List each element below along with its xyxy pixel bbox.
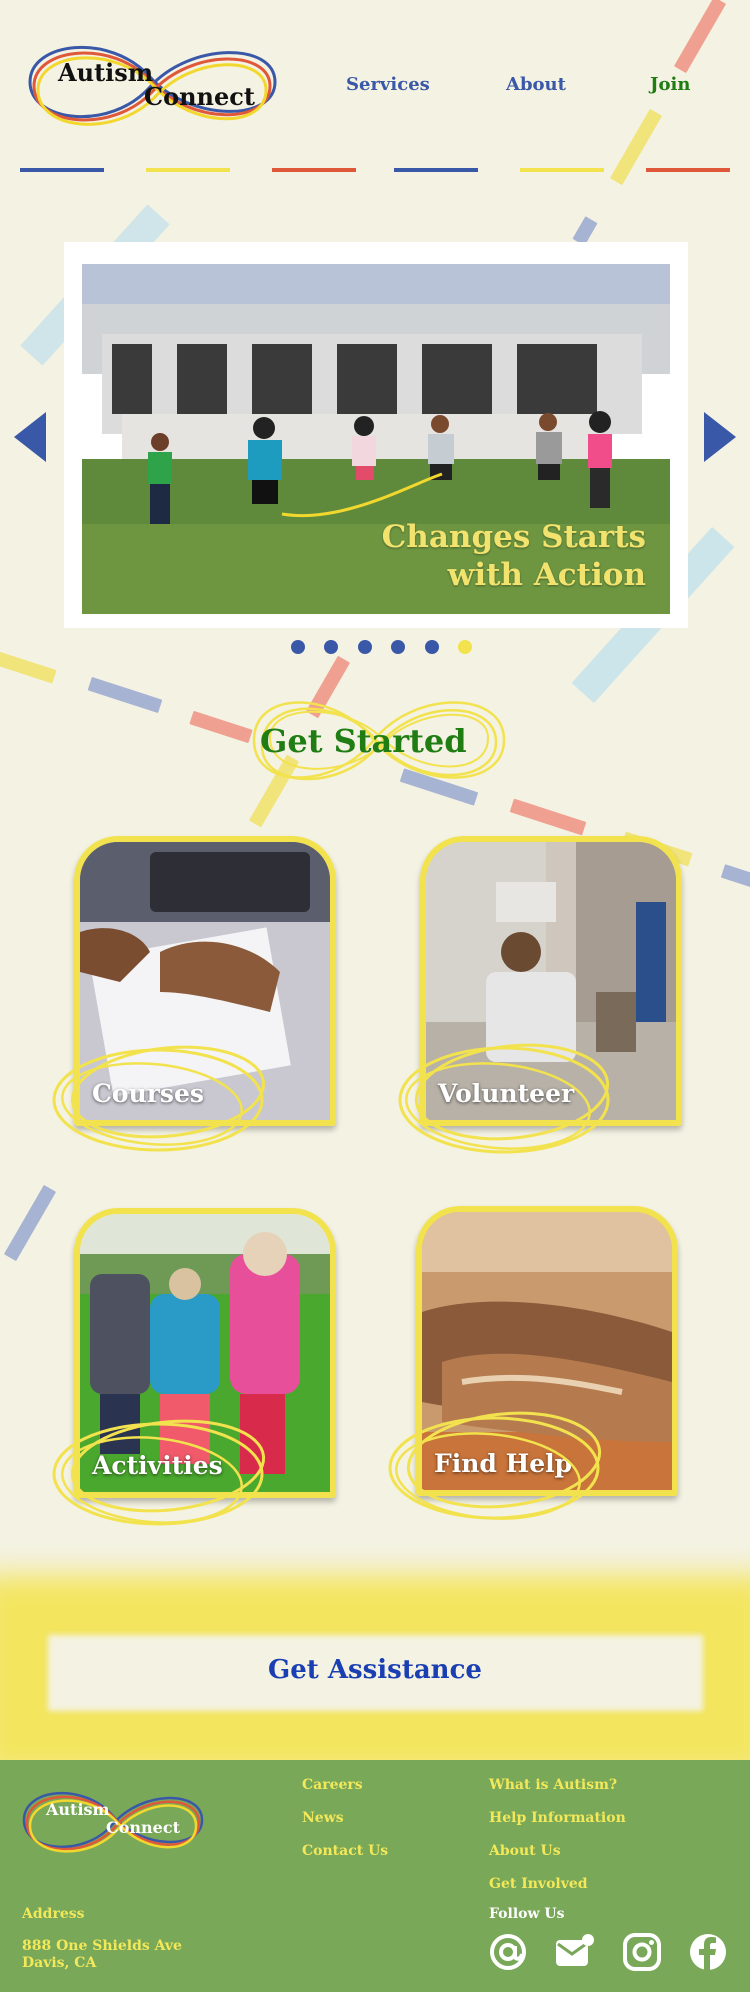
decor-strip: [305, 655, 351, 719]
carousel-dot-1[interactable]: [291, 640, 305, 654]
decor-strip: [87, 676, 163, 714]
decor-strip: [189, 710, 253, 744]
footer-link-what-is-autism[interactable]: What is Autism?: [489, 1777, 617, 1793]
footer-link-help-information[interactable]: Help Information: [489, 1810, 626, 1826]
card-courses-label: Courses: [92, 1079, 204, 1108]
carousel-dot-4[interactable]: [391, 640, 405, 654]
header-divider-blue: [20, 168, 104, 172]
hero-photo: Changes Starts with Action: [82, 264, 670, 614]
decor-strip: [248, 754, 300, 828]
card-find-help[interactable]: Find Help: [416, 1206, 678, 1496]
nav-about-link[interactable]: About: [506, 74, 566, 95]
address-line-2: Davis, CA: [22, 1955, 97, 1971]
hero-title-line-1: Changes Starts: [381, 519, 646, 555]
facebook-icon[interactable]: [688, 1932, 728, 1972]
logo-line-2: Connect: [144, 82, 255, 111]
decor-strip: [673, 0, 727, 74]
footer-link-about-us[interactable]: About Us: [489, 1843, 561, 1859]
hero-carousel: Changes Starts with Action: [64, 242, 688, 628]
email-icon[interactable]: [554, 1932, 594, 1972]
get-started-title: Get Started: [260, 722, 467, 760]
nav-services-link[interactable]: Services: [346, 74, 430, 95]
card-courses[interactable]: Courses: [74, 836, 336, 1126]
decor-strip: [720, 864, 750, 890]
card-find-help-label: Find Help: [434, 1449, 573, 1478]
carousel-dot-5[interactable]: [425, 640, 439, 654]
site-logo[interactable]: Autism Connect: [20, 22, 285, 142]
decor-strip: [3, 1184, 57, 1262]
decor-strip: [509, 798, 587, 836]
header-divider-yellow: [520, 168, 604, 172]
footer-logo-line-2: Connect: [106, 1818, 180, 1837]
address-heading: Address: [22, 1906, 85, 1922]
at-sign-icon[interactable]: [488, 1932, 528, 1972]
hero-title: Changes Starts with Action: [382, 518, 646, 594]
footer-link-contact-us[interactable]: Contact Us: [302, 1843, 388, 1859]
follow-us-heading: Follow Us: [489, 1906, 565, 1922]
header-divider-yellow: [146, 168, 230, 172]
decor-strip: [399, 768, 479, 806]
carousel-prev-arrow[interactable]: [14, 412, 46, 462]
card-activities-label: Activities: [92, 1451, 223, 1480]
header-divider-red: [646, 168, 730, 172]
footer-link-get-involved[interactable]: Get Involved: [489, 1876, 588, 1892]
footer-logo[interactable]: Autism Connect: [18, 1774, 208, 1864]
header-divider-red: [272, 168, 356, 172]
footer-logo-line-1: Autism: [46, 1800, 110, 1819]
footer-link-careers[interactable]: Careers: [302, 1777, 363, 1793]
instagram-icon[interactable]: [622, 1932, 662, 1972]
carousel-dot-2[interactable]: [324, 640, 338, 654]
footer-link-news[interactable]: News: [302, 1810, 344, 1826]
decor-strip: [609, 108, 663, 186]
header-divider-blue: [394, 168, 478, 172]
address-line-1: 888 One Shields Ave: [22, 1938, 182, 1954]
card-volunteer[interactable]: Volunteer: [420, 836, 682, 1126]
get-assistance-button[interactable]: Get Assistance: [0, 1655, 750, 1685]
card-activities[interactable]: Activities: [74, 1208, 336, 1498]
carousel-dot-6-active[interactable]: [458, 640, 472, 654]
nav-join-link[interactable]: Join: [650, 74, 690, 95]
carousel-dot-3[interactable]: [358, 640, 372, 654]
logo-line-1: Autism: [58, 58, 154, 87]
carousel-next-arrow[interactable]: [704, 412, 736, 462]
hero-title-line-2: with Action: [447, 557, 646, 593]
card-volunteer-label: Volunteer: [438, 1079, 575, 1108]
decor-strip: [0, 650, 57, 684]
